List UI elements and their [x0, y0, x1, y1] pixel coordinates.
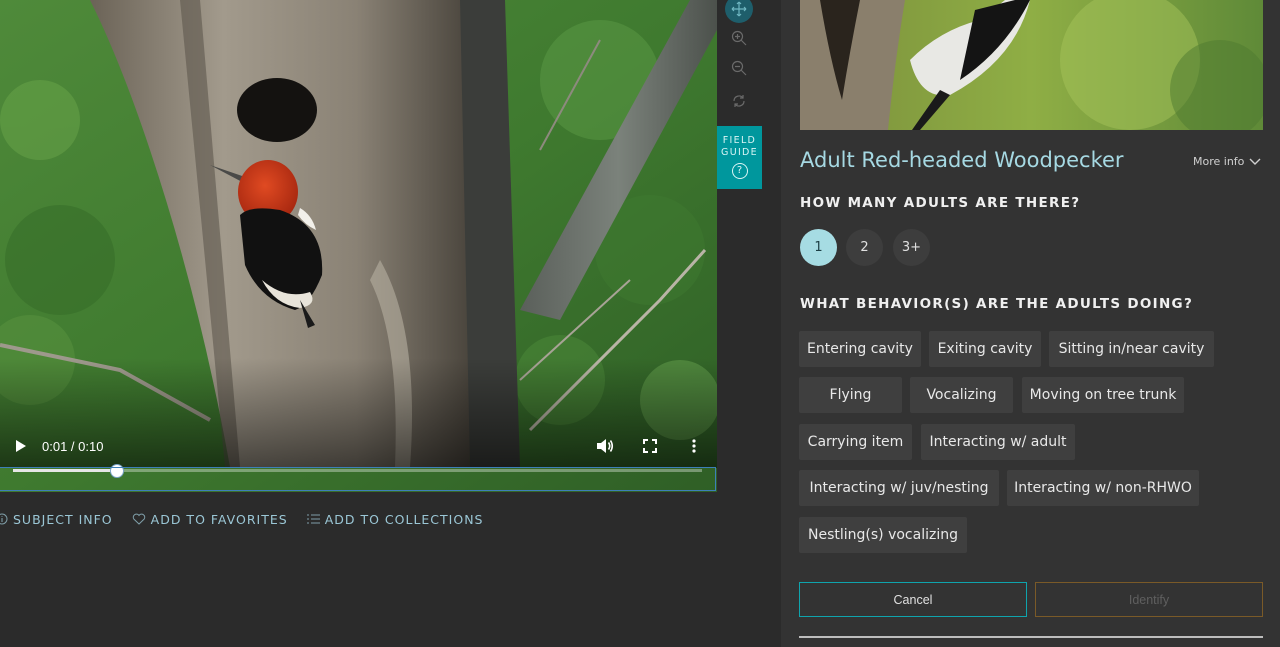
behavior-chip[interactable]: Nestling(s) vocalizing [799, 517, 967, 553]
zoom-in-icon [731, 30, 747, 46]
behavior-chip[interactable]: Entering cavity [799, 331, 921, 367]
species-title: Adult Red-headed Woodpecker [800, 148, 1124, 172]
subject-info-label: SUBJECT INFO [13, 511, 113, 527]
time-display: 0:01 / 0:10 [42, 439, 104, 454]
more-options-button[interactable] [684, 428, 704, 464]
behavior-chip[interactable]: Carrying item [799, 424, 912, 460]
more-vertical-icon [692, 439, 696, 453]
add-to-collections-label: ADD TO COLLECTIONS [324, 511, 484, 527]
chevron-down-icon [1249, 158, 1261, 165]
field-guide-line1: FIELD [722, 135, 757, 146]
rotate-icon [733, 95, 745, 107]
field-guide-button[interactable]: FIELD GUIDE ? [717, 126, 762, 189]
count-option-1[interactable]: 1 [800, 229, 837, 266]
identify-panel: Adult Red-headed Woodpecker More info HO… [781, 0, 1280, 647]
video-progress-bar[interactable] [13, 464, 702, 478]
more-info-toggle[interactable]: More info [1193, 155, 1261, 168]
zoom-out-button[interactable] [725, 54, 753, 82]
behavior-chip[interactable]: Interacting w/ juv/nesting [799, 470, 999, 506]
add-to-favorites-link[interactable]: ADD TO FAVORITES [132, 510, 288, 528]
play-button[interactable] [10, 428, 32, 464]
cancel-button[interactable]: Cancel [799, 582, 1027, 617]
behavior-chip[interactable]: Flying [799, 377, 902, 413]
behavior-chip[interactable]: Interacting w/ adult [921, 424, 1075, 460]
panel-divider [799, 636, 1263, 638]
move-arrows-icon [731, 1, 747, 17]
list-icon [306, 514, 320, 524]
behavior-chip[interactable]: Sitting in/near cavity [1049, 331, 1214, 367]
field-guide-line2: GUIDE [721, 147, 758, 158]
volume-icon [597, 439, 614, 453]
behavior-chip[interactable]: Moving on tree trunk [1022, 377, 1184, 413]
zoom-in-button[interactable] [725, 24, 753, 52]
behavior-question: WHAT BEHAVIOR(S) ARE THE ADULTS DOING? [800, 296, 1194, 312]
behavior-chip[interactable]: Vocalizing [910, 377, 1013, 413]
more-info-label: More info [1193, 155, 1245, 168]
identify-button[interactable]: Identify [1035, 582, 1263, 617]
count-option-3-plus[interactable]: 3+ [893, 229, 930, 266]
rotate-button[interactable] [725, 87, 753, 115]
info-icon [0, 513, 8, 525]
subject-info-link[interactable]: SUBJECT INFO [0, 510, 113, 528]
add-to-favorites-label: ADD TO FAVORITES [150, 511, 288, 527]
subject-actions: SUBJECT INFO ADD TO FAVORITES ADD TO COL… [0, 510, 502, 528]
help-circle-icon: ? [731, 163, 748, 179]
volume-button[interactable] [592, 428, 618, 464]
behavior-chip[interactable]: Interacting w/ non-RHWO [1007, 470, 1199, 506]
video-controls: 0:01 / 0:10 [0, 428, 717, 464]
species-photo [800, 0, 1263, 130]
count-option-2[interactable]: 2 [846, 229, 883, 266]
zoom-out-icon [731, 60, 747, 76]
fullscreen-button[interactable] [638, 428, 662, 464]
heart-icon [132, 513, 145, 525]
fullscreen-icon [643, 439, 657, 453]
behavior-chip[interactable]: Exiting cavity [929, 331, 1041, 367]
field-guide-label: FIELD GUIDE [717, 126, 762, 159]
play-icon [16, 440, 26, 452]
video-player[interactable]: 0:01 / 0:10 [0, 0, 717, 492]
add-to-collections-link[interactable]: ADD TO COLLECTIONS [306, 510, 484, 528]
progress-fill [13, 469, 117, 472]
pan-button[interactable] [725, 0, 753, 23]
adult-count-question: HOW MANY ADULTS ARE THERE? [800, 195, 1081, 211]
